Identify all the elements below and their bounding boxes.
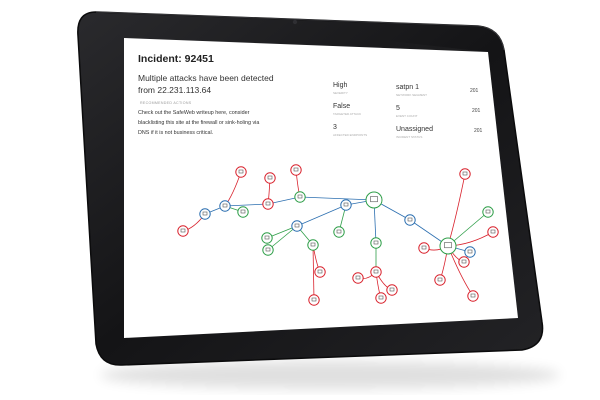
events-label: EVENT COUNT bbox=[396, 114, 418, 118]
graph-node[interactable] bbox=[459, 168, 471, 180]
graph-node[interactable] bbox=[386, 284, 398, 296]
recommendation-line-3: DNS if it is not business critical. bbox=[138, 130, 213, 136]
assignee-label: INCIDENT STATUS bbox=[396, 135, 422, 139]
recommendation-line-1: Check out the SafeWeb writeup here, cons… bbox=[138, 110, 250, 116]
recommended-actions-label: RECOMMENDED ACTIONS bbox=[140, 101, 192, 105]
events-value: 5 bbox=[396, 105, 400, 112]
graph-node[interactable] bbox=[262, 198, 274, 210]
graph-node[interactable] bbox=[340, 199, 352, 211]
assignee-value: Unassigned bbox=[396, 126, 433, 133]
graph-node[interactable] bbox=[352, 272, 364, 284]
network-label: NETWORK SEGMENT bbox=[396, 93, 427, 97]
graph-node[interactable] bbox=[418, 242, 430, 254]
graph-node[interactable] bbox=[333, 226, 345, 238]
tablet-illustration: Incident: 92451 Multiple attacks have be… bbox=[77, 11, 560, 389]
camera-icon bbox=[292, 19, 298, 25]
graph-node[interactable] bbox=[219, 200, 231, 212]
severity-value: High bbox=[333, 82, 348, 89]
graph-node[interactable] bbox=[467, 290, 479, 302]
network-value: satpn 1 bbox=[396, 84, 419, 91]
endpoints-value: 3 bbox=[333, 124, 337, 131]
graph-node[interactable] bbox=[290, 164, 302, 176]
graph-node[interactable] bbox=[177, 225, 189, 237]
graph-node[interactable] bbox=[464, 246, 476, 258]
graph-node[interactable] bbox=[482, 206, 494, 218]
incident-headline-2: from 22.231.113.64 bbox=[138, 85, 211, 95]
graph-node[interactable] bbox=[314, 266, 326, 278]
incident-title: Incident: 92451 bbox=[138, 53, 214, 65]
severity-label: SEVERITY bbox=[333, 91, 348, 95]
graph-node[interactable] bbox=[199, 208, 211, 220]
timeline-entry: 201 bbox=[474, 128, 483, 134]
targeted-label: TARGETED ATTACK bbox=[333, 112, 361, 116]
timeline-entry: 201 bbox=[472, 108, 481, 114]
graph-node[interactable] bbox=[237, 206, 249, 218]
graph-node[interactable] bbox=[434, 274, 446, 286]
graph-node[interactable] bbox=[307, 239, 319, 251]
targeted-value: False bbox=[333, 103, 350, 110]
graph-node[interactable] bbox=[264, 172, 276, 184]
graph-node[interactable] bbox=[458, 256, 470, 268]
graph-node[interactable] bbox=[439, 237, 457, 255]
graph-node[interactable] bbox=[235, 166, 247, 178]
graph-node[interactable] bbox=[487, 226, 499, 238]
graph-node[interactable] bbox=[365, 191, 383, 209]
endpoints-label: AFFECTED ENDPOINTS bbox=[333, 133, 367, 137]
graph-node[interactable] bbox=[370, 266, 382, 278]
graph-node[interactable] bbox=[294, 191, 306, 203]
graph-node[interactable] bbox=[291, 220, 303, 232]
tablet-shadow bbox=[100, 361, 560, 389]
graph-node[interactable] bbox=[375, 292, 387, 304]
graph-node[interactable] bbox=[261, 232, 273, 244]
timeline-entry: 201 bbox=[470, 88, 479, 94]
graph-node[interactable] bbox=[262, 244, 274, 256]
graph-node[interactable] bbox=[308, 294, 320, 306]
graph-node[interactable] bbox=[370, 237, 382, 249]
incident-headline-1: Multiple attacks have been detected bbox=[138, 73, 274, 83]
recommendation-line-2: blacklisting this site at the firewall o… bbox=[138, 120, 259, 126]
graph-node[interactable] bbox=[404, 214, 416, 226]
